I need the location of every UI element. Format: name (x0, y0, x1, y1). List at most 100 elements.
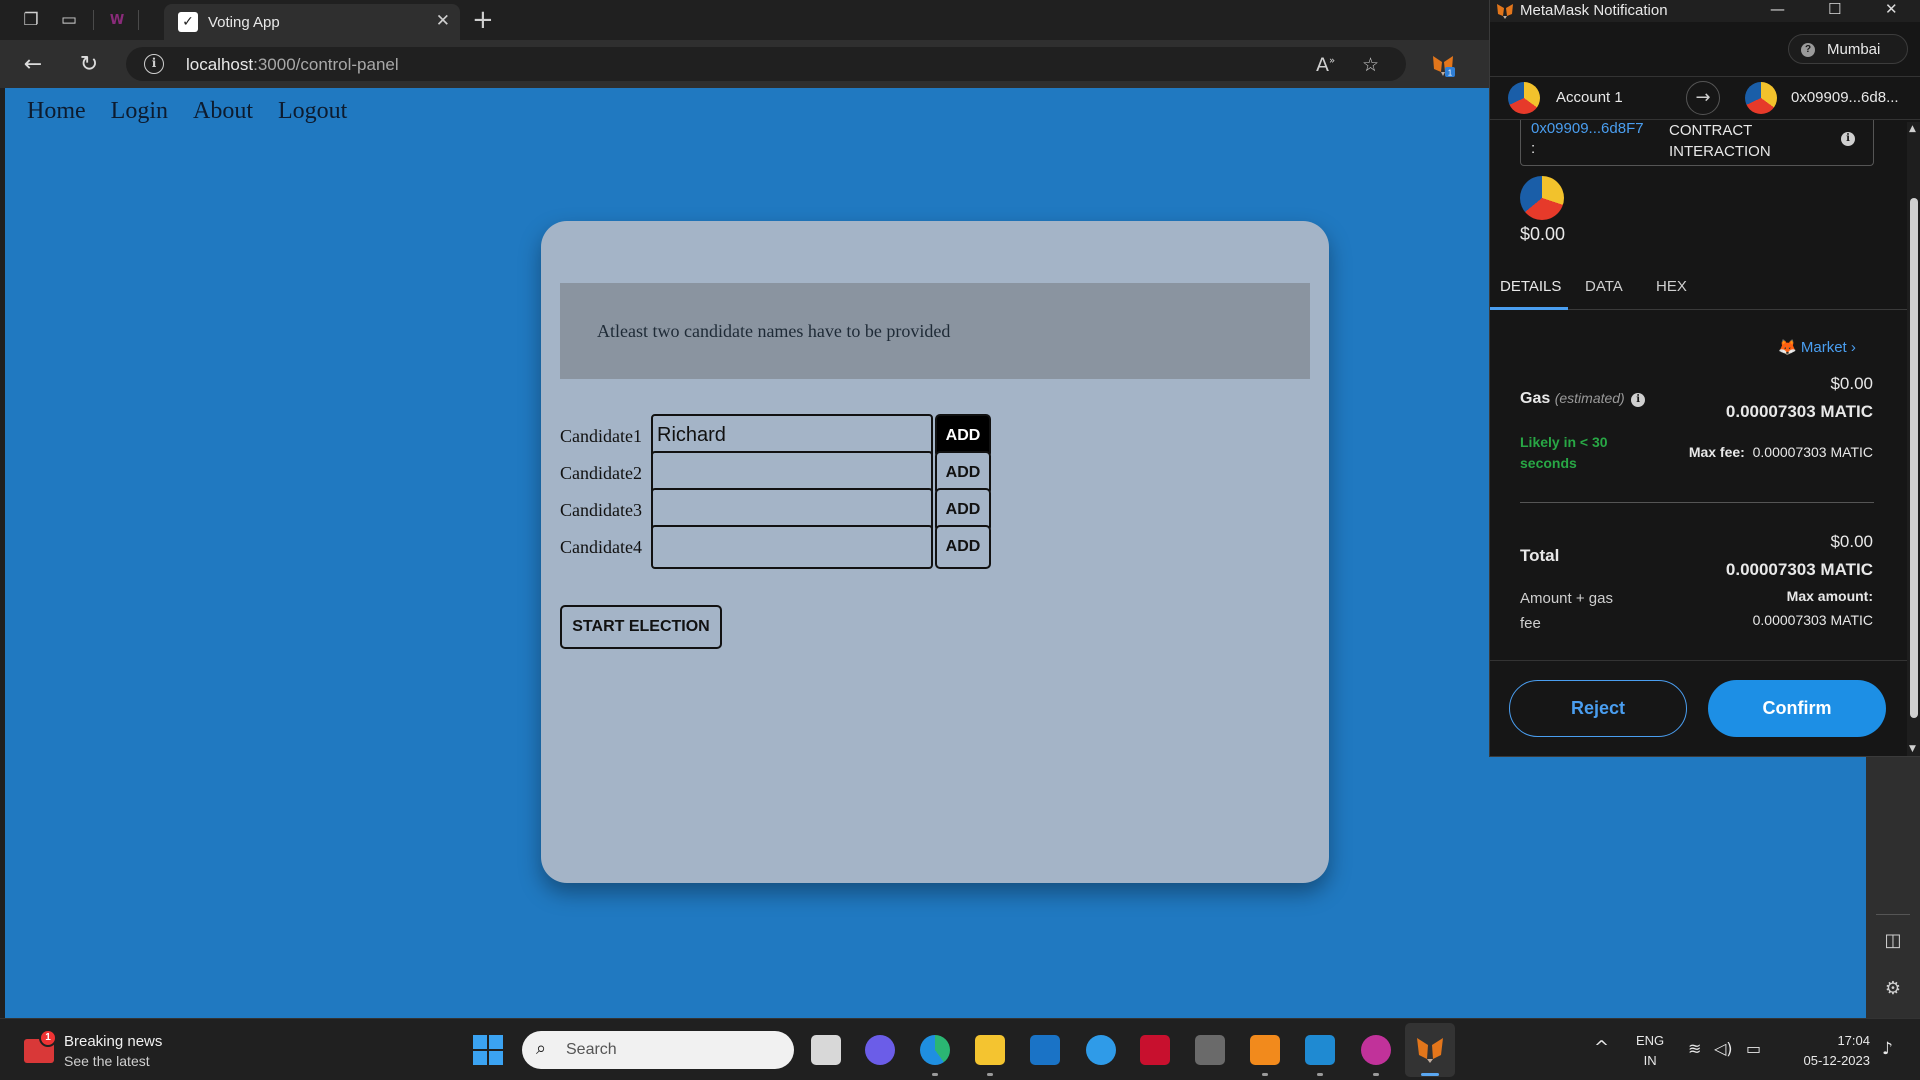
back-icon[interactable]: ← (18, 50, 48, 80)
candidate4-input[interactable] (651, 525, 933, 569)
contract-interaction-box: 0x09909...6d8F7 : CONTRACT INTERACTION i (1520, 120, 1874, 166)
validation-alert: Atleast two candidate names have to be p… (560, 283, 1310, 379)
network-icon: ? (1801, 43, 1815, 57)
network-selector[interactable]: ? Mumbai (1788, 34, 1908, 64)
gas-title: Gas (1520, 390, 1551, 407)
footer-divider (1490, 660, 1920, 661)
chevron-right-icon: › (1850, 339, 1856, 356)
region-code: IN (1643, 1053, 1657, 1068)
file-explorer-icon[interactable] (975, 1035, 1005, 1065)
close-window-icon[interactable]: ✕ (1885, 0, 1898, 18)
address-bar[interactable]: i localhost:3000/control-panel A» ☆ (126, 47, 1406, 81)
transaction-amount-usd: $0.00 (1520, 224, 1566, 244)
svg-text:1: 1 (1448, 69, 1453, 78)
mcafee-icon[interactable] (1140, 1035, 1170, 1065)
notification-icon[interactable]: ♪ (1882, 1039, 1893, 1059)
nav-login-link[interactable]: Login (111, 98, 168, 125)
scroll-up-icon[interactable]: ▲ (1909, 124, 1916, 134)
max-amount-label: Max amount: (1786, 588, 1873, 604)
add-candidate4-button[interactable]: ADD (935, 525, 991, 569)
url-text[interactable]: localhost:3000/control-panel (186, 55, 399, 75)
scroll-down-icon[interactable]: ▼ (1909, 744, 1916, 754)
store-icon[interactable] (1030, 1035, 1060, 1065)
account-bar: Account 1 → 0x09909...6d8... (1490, 76, 1920, 120)
section-divider (1520, 502, 1874, 503)
vscode-icon[interactable] (1305, 1035, 1335, 1065)
read-aloud-icon[interactable]: A» (1316, 54, 1335, 76)
site-info-icon[interactable]: i (144, 54, 164, 74)
to-account-avatar (1745, 82, 1777, 114)
language-indicator[interactable]: ENG IN (1636, 1031, 1664, 1071)
wave-icon[interactable] (1361, 1035, 1391, 1065)
gas-label: Gas (estimated) i (1520, 390, 1646, 408)
wifi-icon[interactable]: ≋ (1688, 1039, 1701, 1058)
max-amount-value: 0.00007303 MATIC (1752, 612, 1873, 628)
metamask-taskbar-icon[interactable] (1415, 1035, 1445, 1065)
running-indicator (1262, 1073, 1268, 1076)
maximize-icon[interactable]: ☐ (1828, 0, 1841, 18)
metamask-fox-icon (1497, 4, 1513, 19)
new-tab-button[interactable]: + (472, 5, 494, 35)
tab-details[interactable]: DETAILS (1500, 278, 1561, 295)
show-hidden-icons[interactable]: ^ (1594, 1037, 1609, 1058)
refresh-icon[interactable]: ↻ (74, 50, 104, 80)
nav-about-link[interactable]: About (193, 98, 253, 125)
tab-separator (93, 10, 94, 30)
metamask-extension-icon[interactable]: 1 (1430, 52, 1456, 78)
amount-gas-label: Amount + gas fee (1520, 590, 1613, 632)
contract-colon: : (1531, 140, 1536, 157)
task-view-icon[interactable] (811, 1035, 841, 1065)
candidate-label: Candidate4 (560, 537, 642, 557)
minimize-icon[interactable]: — (1770, 0, 1785, 18)
gas-estimated-note: (estimated) (1554, 390, 1625, 406)
info-icon[interactable]: i (1841, 132, 1855, 146)
likely-time: Likely in < 30 seconds (1520, 434, 1608, 471)
nav-home-link[interactable]: Home (27, 98, 86, 125)
sidebar-toggle-icon[interactable]: ◫ (1880, 930, 1906, 956)
max-fee: Max fee: 0.00007303 MATIC (1689, 444, 1873, 460)
scrollbar-thumb[interactable] (1910, 198, 1918, 718)
help-icon[interactable] (1086, 1035, 1116, 1065)
windows-taskbar: 1 Breaking news See the latest ⌕ Search … (0, 1018, 1920, 1080)
market-label: Market (1800, 339, 1847, 356)
favorite-star-icon[interactable]: ☆ (1362, 54, 1379, 76)
url-host: localhost (186, 55, 254, 74)
confirm-button[interactable]: Confirm (1708, 680, 1886, 737)
tab-title: Voting App (208, 14, 280, 31)
candidate-label: Candidate3 (560, 500, 642, 520)
active-indicator (1421, 1073, 1439, 1076)
from-account-name[interactable]: Account 1 (1556, 89, 1623, 106)
candidate-label: Candidate2 (560, 463, 642, 483)
tab-separator (138, 10, 139, 30)
app-icon[interactable] (1195, 1035, 1225, 1065)
close-tab-icon[interactable]: ✕ (436, 11, 450, 31)
tab-data[interactable]: DATA (1585, 278, 1623, 295)
tab-voting-app[interactable]: ✓ Voting App ✕ (164, 4, 460, 40)
to-account-address[interactable]: 0x09909...6d8... (1791, 89, 1899, 106)
voting-app-favicon: ✓ (178, 12, 198, 32)
reject-button[interactable]: Reject (1509, 680, 1687, 737)
news-subtitle: See the latest (64, 1053, 150, 1069)
workspaces-icon[interactable]: ❐ (18, 7, 44, 33)
system-clock[interactable]: 17:04 05-12-2023 (1804, 1031, 1871, 1071)
news-title[interactable]: Breaking news (64, 1033, 162, 1050)
vertical-tabs-icon[interactable]: ▭ (56, 7, 82, 33)
contract-address-link[interactable]: 0x09909...6d8F7 (1531, 120, 1644, 137)
market-fee-selector[interactable]: 🦊 Market › (1778, 338, 1856, 356)
edge-browser-icon[interactable] (920, 1035, 950, 1065)
taskbar-search[interactable]: ⌕ Search (522, 1031, 794, 1069)
chat-icon[interactable] (865, 1035, 895, 1065)
battery-icon[interactable]: ▭ (1746, 1039, 1761, 1058)
settings-gear-icon[interactable]: ⚙ (1880, 978, 1906, 1004)
vlc-icon[interactable] (1250, 1035, 1280, 1065)
gas-info-icon[interactable]: i (1631, 393, 1646, 407)
pinned-tab-icon[interactable]: W (104, 7, 130, 33)
nav-logout-link[interactable]: Logout (278, 98, 347, 125)
tab-hex[interactable]: HEX (1656, 278, 1687, 295)
windows-start-icon[interactable] (473, 1035, 503, 1065)
clock-date: 05-12-2023 (1803, 1053, 1871, 1068)
popup-scrollbar[interactable]: ▲ ▼ (1907, 122, 1920, 756)
news-badge: 1 (39, 1029, 57, 1047)
volume-icon[interactable]: ◁) (1714, 1039, 1733, 1058)
start-election-button[interactable]: START ELECTION (560, 605, 722, 649)
